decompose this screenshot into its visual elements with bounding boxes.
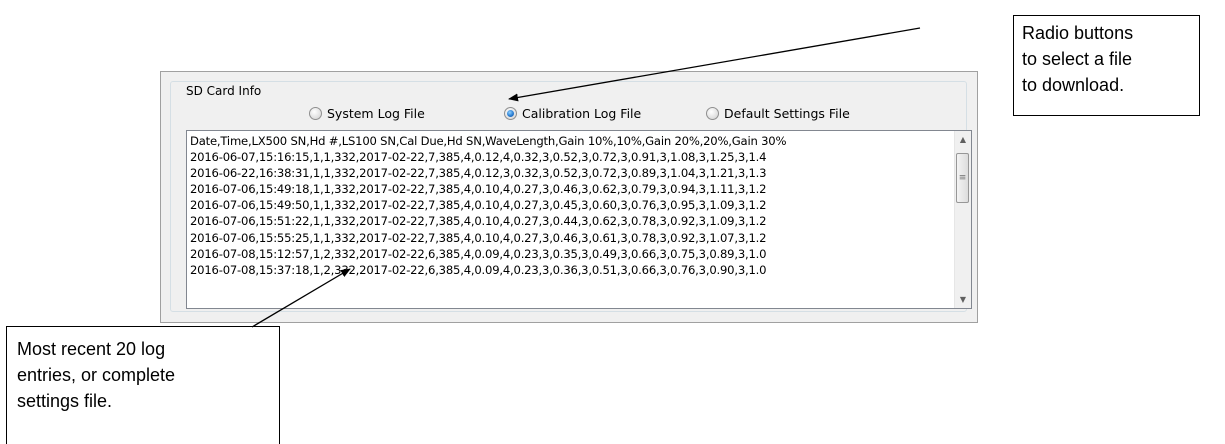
annotation-arrows bbox=[251, 27, 921, 328]
arrow-to-radio bbox=[508, 27, 921, 102]
arrow-to-log bbox=[251, 268, 351, 328]
